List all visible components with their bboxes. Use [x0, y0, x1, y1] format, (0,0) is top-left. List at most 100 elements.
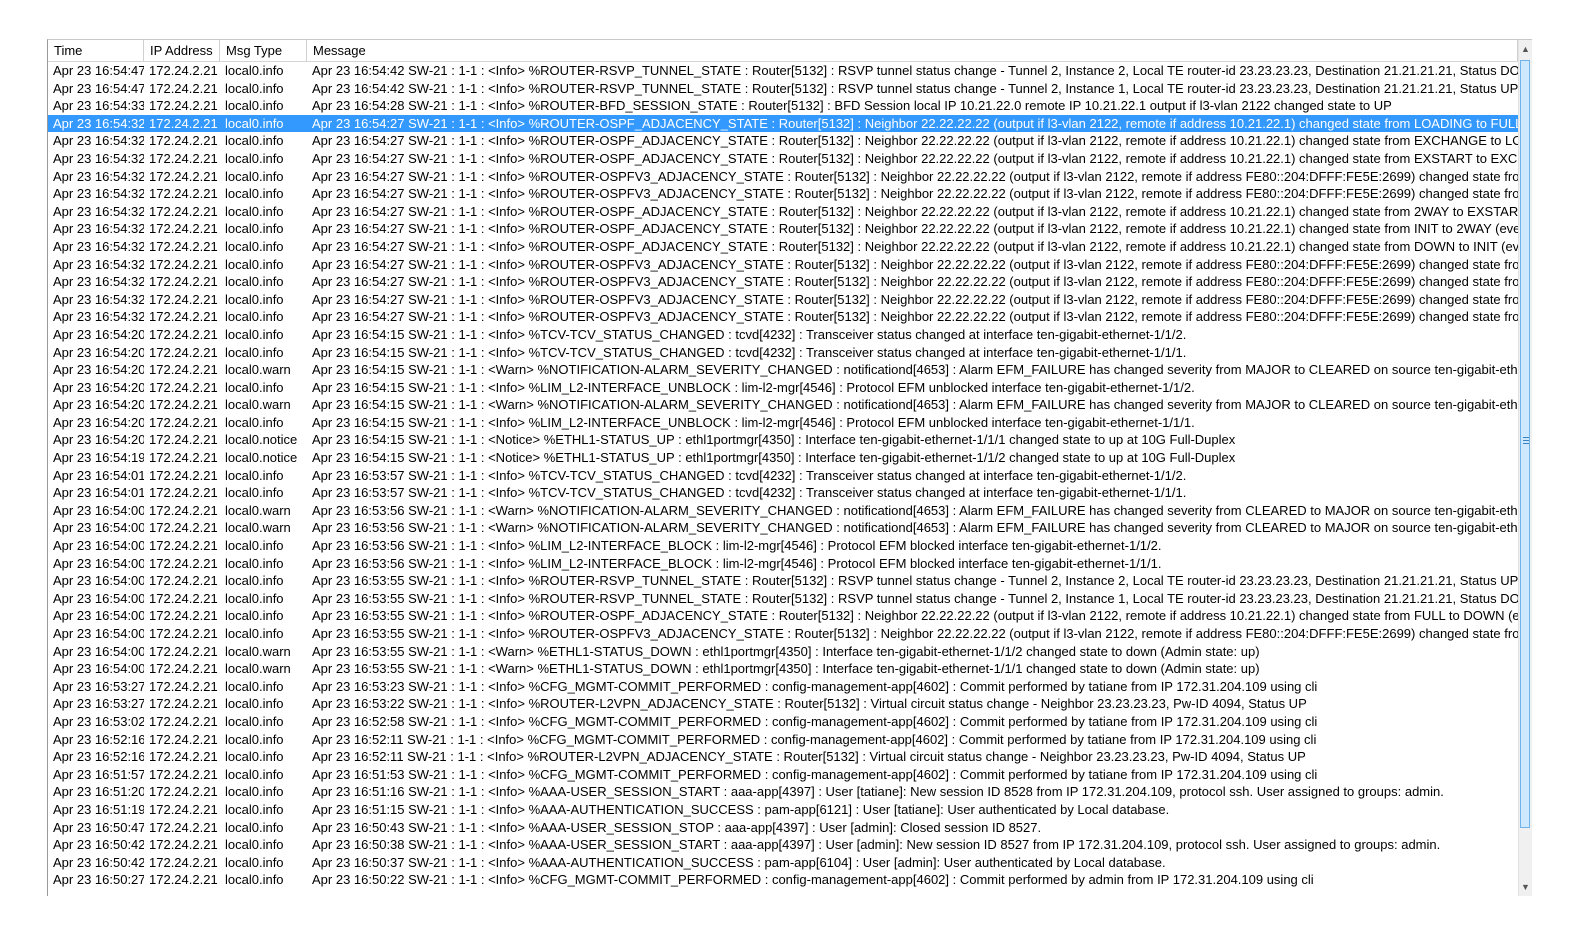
table-row[interactable]: Apr 23 16:54:32 172.24.2.21 local0.info Apr…	[48, 308, 1518, 326]
table-row[interactable]: Apr 23 16:52:16 172.24.2.21 local0.info Apr…	[48, 731, 1518, 749]
cell-message: Apr 23 16:54:27 SW-21 : 1-1 : <Info> %RO…	[312, 133, 1518, 149]
table-row[interactable]: Apr 23 16:54:00 172.24.2.21 local0.info Apr…	[48, 555, 1518, 573]
cell-msg-type: local0.info	[225, 291, 284, 307]
cell-ip-address: 172.24.2.21	[149, 80, 218, 96]
table-row[interactable]: Apr 23 16:54:47 172.24.2.21 local0.info Apr…	[48, 80, 1518, 98]
column-header-ip-address[interactable]: IP Address	[144, 40, 220, 61]
cell-message: Apr 23 16:54:42 SW-21 : 1-1 : <Info> %RO…	[312, 80, 1518, 96]
table-row[interactable]: Apr 23 16:53:02 172.24.2.21 local0.info Apr…	[48, 713, 1518, 731]
cell-ip-address: 172.24.2.21	[149, 801, 218, 817]
cell-msg-type: local0.info	[225, 133, 284, 149]
table-row[interactable]: Apr 23 16:50:42 172.24.2.21 local0.info Apr…	[48, 836, 1518, 854]
cell-msg-type: local0.warn	[225, 643, 291, 659]
column-header-msg-type[interactable]: Msg Type	[220, 40, 307, 61]
table-row[interactable]: Apr 23 16:54:32 172.24.2.21 local0.info Apr…	[48, 256, 1518, 274]
cell-time: Apr 23 16:54:32	[53, 133, 144, 149]
table-row[interactable]: Apr 23 16:54:32 172.24.2.21 local0.info Apr…	[48, 238, 1518, 256]
cell-time: Apr 23 16:52:16	[53, 749, 144, 765]
table-row[interactable]: Apr 23 16:54:00 172.24.2.21 local0.info Apr…	[48, 572, 1518, 590]
table-row[interactable]: Apr 23 16:50:27 172.24.2.21 local0.info Apr…	[48, 871, 1518, 889]
cell-time: Apr 23 16:54:20	[53, 414, 144, 430]
column-header-time[interactable]: Time	[48, 40, 144, 61]
cell-ip-address: 172.24.2.21	[149, 555, 218, 571]
cell-time: Apr 23 16:54:00	[53, 608, 144, 624]
table-row[interactable]: Apr 23 16:52:16 172.24.2.21 local0.info Apr…	[48, 748, 1518, 766]
cell-time: Apr 23 16:54:00	[53, 538, 144, 554]
cell-ip-address: 172.24.2.21	[149, 766, 218, 782]
cell-ip-address: 172.24.2.21	[149, 150, 218, 166]
cell-time: Apr 23 16:54:20	[53, 397, 144, 413]
table-row[interactable]: Apr 23 16:54:32 172.24.2.21 local0.info Apr…	[48, 291, 1518, 309]
table-row[interactable]: Apr 23 16:54:00 172.24.2.21 local0.info Apr…	[48, 625, 1518, 643]
table-row[interactable]: Apr 23 16:54:00 172.24.2.21 local0.warn Apr…	[48, 519, 1518, 537]
cell-time: Apr 23 16:54:20	[53, 344, 144, 360]
cell-msg-type: local0.warn	[225, 661, 291, 677]
cell-time: Apr 23 16:53:27	[53, 678, 144, 694]
table-row[interactable]: Apr 23 16:54:20 172.24.2.21 local0.warn Apr…	[48, 396, 1518, 414]
table-row[interactable]: Apr 23 16:54:32 172.24.2.21 local0.info Apr…	[48, 273, 1518, 291]
table-row[interactable]: Apr 23 16:54:20 172.24.2.21 local0.info Apr…	[48, 344, 1518, 362]
column-header-message[interactable]: Message	[307, 40, 1518, 61]
table-row[interactable]: Apr 23 16:54:20 172.24.2.21 local0.info Apr…	[48, 326, 1518, 344]
cell-time: Apr 23 16:54:00	[53, 626, 144, 641]
table-row[interactable]: Apr 23 16:50:42 172.24.2.21 local0.info Apr…	[48, 854, 1518, 872]
table-row[interactable]: Apr 23 16:51:20 172.24.2.21 local0.info Apr…	[48, 783, 1518, 801]
table-row[interactable]: Apr 23 16:54:19 172.24.2.21 local0.notice A…	[48, 449, 1518, 467]
table-row[interactable]: Apr 23 16:51:57 172.24.2.21 local0.info Apr…	[48, 766, 1518, 784]
table-body: Apr 23 16:54:47 172.24.2.21 local0.info Apr…	[48, 62, 1518, 896]
table-row[interactable]: Apr 23 16:54:47 172.24.2.21 local0.info Apr…	[48, 62, 1518, 80]
table-row[interactable]: Apr 23 16:54:32 172.24.2.21 local0.info Apr…	[48, 168, 1518, 186]
table-row[interactable]: Apr 23 16:54:00 172.24.2.21 local0.warn Apr…	[48, 502, 1518, 520]
table-row[interactable]: Apr 23 16:51:19 172.24.2.21 local0.info Apr…	[48, 801, 1518, 819]
chevron-up-icon[interactable]: ▲	[1519, 40, 1532, 58]
cell-time: Apr 23 16:54:20	[53, 326, 144, 342]
cell-message: Apr 23 16:51:16 SW-21 : 1-1 : <Info> %AA…	[312, 784, 1444, 800]
table-row[interactable]: Apr 23 16:54:20 172.24.2.21 local0.info Apr…	[48, 414, 1518, 432]
table-row[interactable]: Apr 23 16:54:33 172.24.2.21 local0.info Apr…	[48, 97, 1518, 115]
table-row[interactable]: Apr 23 16:53:27 172.24.2.21 local0.info Apr…	[48, 695, 1518, 713]
cell-ip-address: 172.24.2.21	[149, 133, 218, 149]
table-row[interactable]: Apr 23 16:54:00 172.24.2.21 local0.warn Apr…	[48, 660, 1518, 678]
cell-ip-address: 172.24.2.21	[149, 450, 218, 466]
cell-msg-type: local0.info	[225, 485, 284, 501]
cell-msg-type: local0.warn	[225, 397, 291, 413]
table-row[interactable]: Apr 23 16:54:32 172.24.2.21 local0.info Apr…	[48, 185, 1518, 203]
table-row[interactable]: Apr 23 16:54:20 172.24.2.21 local0.info Apr…	[48, 379, 1518, 397]
table-row[interactable]: Apr 23 16:54:32 172.24.2.21 local0.info Apr…	[48, 220, 1518, 238]
chevron-down-icon[interactable]: ▼	[1519, 878, 1532, 896]
table-row[interactable]: Apr 23 16:50:47 172.24.2.21 local0.info Apr…	[48, 819, 1518, 837]
cell-msg-type: local0.info	[225, 872, 284, 888]
scroll-thumb[interactable]	[1520, 60, 1530, 828]
cell-time: Apr 23 16:54:32	[53, 238, 144, 254]
cell-time: Apr 23 16:51:19	[53, 801, 144, 817]
vertical-scrollbar[interactable]: ▲ ▼	[1518, 40, 1532, 896]
table-row[interactable]: Apr 23 16:54:00 172.24.2.21 local0.info Apr…	[48, 537, 1518, 555]
cell-message: Apr 23 16:54:27 SW-21 : 1-1 : <Info> %RO…	[312, 291, 1518, 307]
table-row[interactable]: Apr 23 16:54:32 172.24.2.21 local0.info Apr…	[48, 150, 1518, 168]
table-row[interactable]: Apr 23 16:54:32 172.24.2.21 local0.info Apr…	[48, 203, 1518, 221]
table-row[interactable]: Apr 23 16:54:32 172.24.2.21 local0.info Apr…	[48, 114, 1518, 133]
cell-ip-address: 172.24.2.21	[149, 362, 218, 378]
table-row[interactable]: Apr 23 16:53:27 172.24.2.21 local0.info Apr…	[48, 678, 1518, 696]
cell-message: Apr 23 16:54:15 SW-21 : 1-1 : <Info> %LI…	[312, 379, 1195, 395]
table-row[interactable]: Apr 23 16:54:00 172.24.2.21 local0.warn Apr…	[48, 643, 1518, 661]
cell-ip-address: 172.24.2.21	[149, 221, 218, 237]
cell-msg-type: local0.info	[225, 256, 284, 272]
cell-msg-type: local0.info	[225, 238, 284, 254]
table-row[interactable]: Apr 23 16:54:20 172.24.2.21 local0.warn Apr…	[48, 361, 1518, 379]
table-row[interactable]: Apr 23 16:54:00 172.24.2.21 local0.info Apr…	[48, 590, 1518, 608]
table-row[interactable]: Apr 23 16:54:01 172.24.2.21 local0.info Apr…	[48, 467, 1518, 485]
cell-msg-type: local0.warn	[225, 502, 291, 518]
table-row[interactable]: Apr 23 16:54:20 172.24.2.21 local0.notice A…	[48, 431, 1518, 449]
table-header: Time IP Address Msg Type Message	[48, 40, 1518, 62]
table-row[interactable]: Apr 23 16:54:00 172.24.2.21 local0.info Apr…	[48, 607, 1518, 625]
table-row[interactable]: Apr 23 16:54:32 172.24.2.21 local0.info Apr…	[48, 132, 1518, 150]
cell-msg-type: local0.info	[225, 344, 284, 360]
table-row[interactable]: Apr 23 16:54:01 172.24.2.21 local0.info Apr…	[48, 484, 1518, 502]
cell-time: Apr 23 16:54:47	[53, 63, 144, 78]
cell-msg-type: local0.info	[225, 819, 284, 835]
cell-time: Apr 23 16:50:27	[53, 872, 144, 888]
cell-message: Apr 23 16:54:15 SW-21 : 1-1 : <Info> %TC…	[312, 326, 1187, 342]
cell-ip-address: 172.24.2.21	[149, 432, 218, 448]
cell-time: Apr 23 16:54:32	[53, 115, 144, 131]
